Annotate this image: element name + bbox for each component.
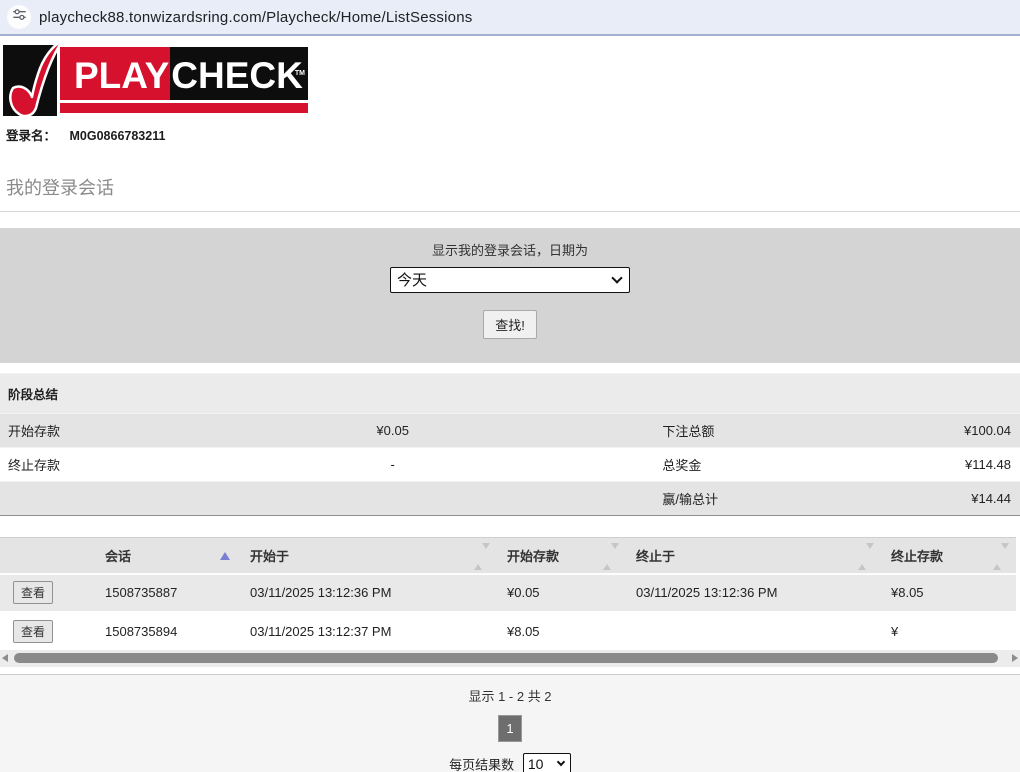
summary-label: 总奖金 [632, 448, 836, 482]
column-header-view [0, 538, 95, 574]
find-button[interactable]: 查找! [483, 310, 537, 339]
session-start-balance: ¥8.05 [497, 612, 626, 650]
summary-value: ¥0.05 [153, 414, 632, 448]
session-end-balance: ¥8.05 [881, 574, 1016, 612]
summary-value: - [153, 448, 632, 482]
url-text[interactable]: playcheck88.tonwizardsring.com/Playcheck… [39, 9, 472, 26]
session-summary-table: 阶段总结 开始存款 ¥0.05 下注总额 ¥100.04 终止存款 - 总奖金 … [0, 373, 1020, 516]
logo-checkmark-box [3, 45, 57, 116]
session-end-balance: ¥ [881, 612, 1016, 650]
login-name-value: M0G0866783211 [70, 129, 166, 143]
pagination-section: 显示 1 - 2 共 2 1 每页结果数 10 [0, 674, 1020, 772]
view-session-button[interactable]: 查看 [13, 620, 53, 643]
tune-icon [12, 7, 27, 27]
search-label: 显示我的登录会话，日期为 [0, 240, 1020, 259]
summary-label [0, 482, 153, 516]
sort-icon [474, 549, 490, 564]
summary-label: 下注总额 [632, 414, 836, 448]
summary-row: 赢/输总计 ¥14.44 [0, 482, 1020, 516]
page-1-button[interactable]: 1 [498, 715, 521, 742]
logo-text-play: PLAY [60, 47, 170, 100]
session-row: 查看 1508735887 03/11/2025 13:12:36 PM ¥0.… [0, 574, 1016, 612]
login-name-line: 登录名： M0G0866783211 [6, 125, 1020, 144]
site-settings-button[interactable] [7, 5, 31, 29]
summary-label: 赢/输总计 [632, 482, 836, 516]
per-page-select[interactable]: 10 [523, 753, 571, 772]
session-id: 1508735894 [95, 612, 240, 650]
trademark-symbol: TM [295, 49, 305, 99]
sort-icon [858, 549, 874, 564]
results-range-text: 显示 1 - 2 共 2 [0, 686, 1020, 705]
summary-value: ¥100.04 [836, 414, 1020, 448]
logo-red-stripe [60, 103, 308, 113]
session-ended [626, 612, 881, 650]
search-panel: 显示我的登录会话，日期为 今天 查找! [0, 228, 1020, 363]
sort-icon [603, 549, 619, 564]
column-header-end-balance[interactable]: 终止存款 [881, 538, 1016, 574]
column-header-started[interactable]: 开始于 [240, 538, 497, 574]
per-page-label: 每页结果数 [449, 757, 514, 772]
session-started: 03/11/2025 13:12:37 PM [240, 612, 497, 650]
session-row: 查看 1508735894 03/11/2025 13:12:37 PM ¥8.… [0, 612, 1016, 650]
summary-value [153, 482, 632, 516]
logo-text-check: CHECK TM [170, 47, 308, 100]
summary-label: 终止存款 [0, 448, 153, 482]
sort-icon [993, 549, 1009, 564]
session-start-balance: ¥0.05 [497, 574, 626, 612]
summary-value: ¥14.44 [836, 482, 1020, 516]
horizontal-scrollbar[interactable] [0, 650, 1020, 667]
scroll-left-arrow-icon[interactable] [2, 654, 8, 662]
summary-row: 开始存款 ¥0.05 下注总额 ¥100.04 [0, 414, 1020, 448]
summary-row: 终止存款 - 总奖金 ¥114.48 [0, 448, 1020, 482]
session-id: 1508735887 [95, 574, 240, 612]
sort-ascending-icon [220, 552, 230, 560]
session-ended: 03/11/2025 13:12:36 PM [626, 574, 881, 612]
date-range-select[interactable]: 今天 [390, 267, 630, 293]
column-header-session[interactable]: 会话 [95, 538, 240, 574]
scrollbar-thumb[interactable] [14, 653, 998, 663]
sessions-table: 会话 开始于 开始存款 终止于 终止存款 查看 1508735887 03/11… [0, 537, 1016, 650]
summary-label: 开始存款 [0, 414, 153, 448]
sessions-header-row: 会话 开始于 开始存款 终止于 终止存款 [0, 538, 1016, 574]
browser-address-bar[interactable]: playcheck88.tonwizardsring.com/Playcheck… [0, 0, 1020, 36]
scroll-right-arrow-icon[interactable] [1012, 654, 1018, 662]
playcheck-logo: PLAY CHECK TM [3, 45, 308, 116]
session-started: 03/11/2025 13:12:36 PM [240, 574, 497, 612]
logo-wordmark: PLAY CHECK TM [60, 47, 308, 113]
view-session-button[interactable]: 查看 [13, 581, 53, 604]
login-name-label: 登录名： [6, 129, 56, 143]
summary-header: 阶段总结 [0, 374, 1020, 414]
column-header-start-balance[interactable]: 开始存款 [497, 538, 626, 574]
summary-value: ¥114.48 [836, 448, 1020, 482]
column-header-ended[interactable]: 终止于 [626, 538, 881, 574]
page-title: 我的登录会话 [0, 174, 1020, 212]
